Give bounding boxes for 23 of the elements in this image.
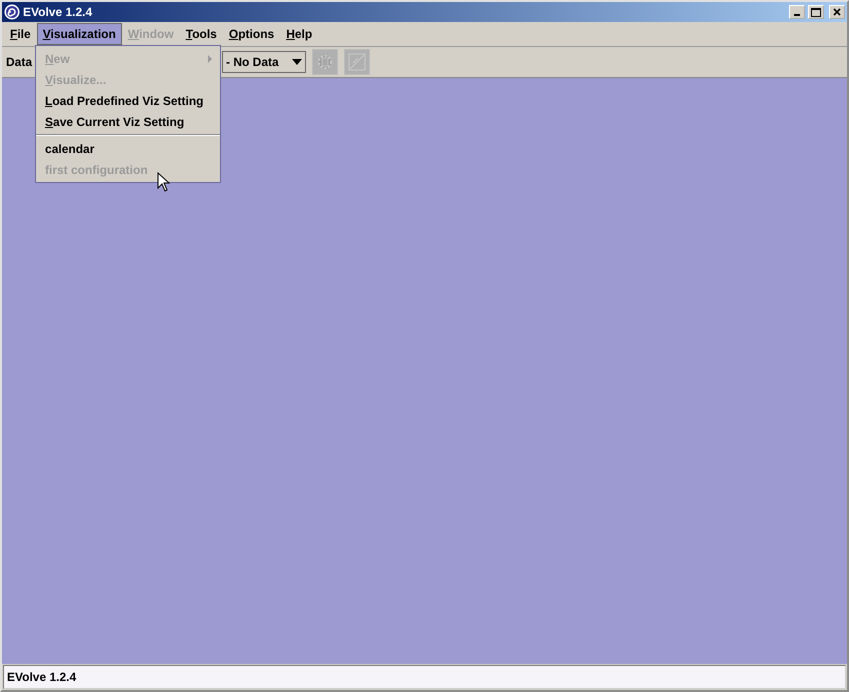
chart-icon bbox=[348, 53, 366, 71]
gear-icon bbox=[316, 53, 334, 71]
window-title: EVolve 1.2.4 bbox=[23, 5, 94, 19]
menu-item[interactable]: calendar bbox=[36, 138, 220, 159]
status-text: EVolve 1.2.4 bbox=[7, 670, 76, 684]
menu-item[interactable]: Load Predefined Viz Setting bbox=[36, 90, 220, 111]
submenu-arrow-icon bbox=[208, 54, 212, 62]
data-label: Data bbox=[6, 55, 32, 69]
menu[interactable]: Options bbox=[222, 23, 280, 45]
menu[interactable]: Help bbox=[280, 23, 318, 45]
logo-icon bbox=[4, 4, 20, 20]
data-dropdown[interactable]: - No Data bbox=[222, 51, 306, 73]
menu[interactable]: File bbox=[4, 23, 37, 45]
close-icon bbox=[833, 8, 841, 16]
minimize-button[interactable] bbox=[789, 5, 805, 19]
menu[interactable]: Visualization bbox=[36, 23, 122, 45]
caret-icon bbox=[292, 59, 302, 65]
maximize-icon bbox=[811, 8, 821, 16]
maximize-button[interactable] bbox=[808, 5, 824, 19]
menu[interactable]: Tools bbox=[180, 23, 223, 45]
close-button[interactable] bbox=[829, 5, 845, 19]
mouse-pointer-icon bbox=[157, 172, 170, 192]
menu-item[interactable]: Save Current Viz Setting bbox=[36, 111, 220, 132]
